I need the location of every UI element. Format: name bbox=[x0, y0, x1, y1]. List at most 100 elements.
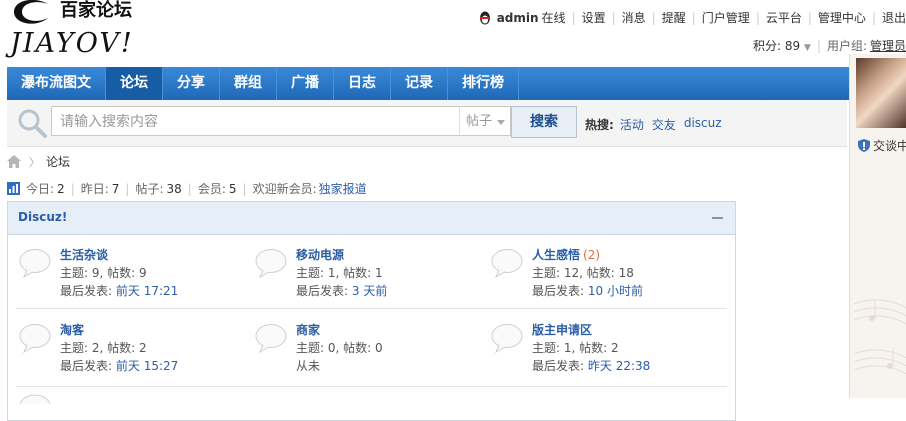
user-toolbar: admin 在线 | 设置 | 消息 | 提醒 | 门户管理 | 云平台 | 管… bbox=[478, 9, 906, 26]
logout-link[interactable]: 退出 bbox=[882, 9, 906, 26]
usergroup-link[interactable]: 管理员 bbox=[870, 37, 906, 54]
forum-item: 生活杂谈 主题: 9, 帖数: 9 最后发表: 前天 17:21 bbox=[18, 246, 248, 306]
logo-icon[interactable] bbox=[8, 0, 56, 28]
search-type-select[interactable]: 帖子 bbox=[459, 106, 511, 136]
chevron-down-icon bbox=[497, 120, 505, 125]
bar-chart-icon bbox=[7, 182, 20, 195]
divider: | bbox=[816, 38, 821, 53]
logo-text[interactable]: 百家论坛 bbox=[60, 0, 132, 22]
chevron-right-icon: 〉 bbox=[29, 155, 40, 169]
forum-stats-text: 主题: 2, 帖数: 2 bbox=[60, 341, 147, 355]
user-info-bar: 积分: 89 ▼ | 用户组: 管理员 bbox=[753, 37, 906, 54]
forum-group: Discuz! 生活杂谈 主题: 9, 帖数: 9 最后发表: 前天 17:21… bbox=[7, 201, 736, 421]
divider: | bbox=[611, 10, 616, 25]
today-label: 今日: bbox=[26, 182, 55, 196]
yesterday-label: 昨日: bbox=[80, 182, 109, 196]
divider: | bbox=[651, 10, 656, 25]
forum-last-post: 最后发表: 前天 17:21 bbox=[60, 284, 179, 298]
yesterday-count: 7 bbox=[111, 181, 120, 196]
forum-name-link[interactable]: 人生感悟 (2) bbox=[532, 246, 600, 263]
chat-sidebar: 交谈中 bbox=[849, 54, 906, 398]
forum-group-title[interactable]: Discuz! bbox=[18, 210, 67, 224]
forum-bubble-icon[interactable] bbox=[18, 394, 52, 404]
divider: | bbox=[691, 10, 696, 25]
nav-item-blog[interactable]: 日志 bbox=[334, 67, 391, 100]
music-notes-decoration bbox=[854, 299, 906, 375]
search-icon bbox=[18, 109, 47, 138]
forum-stats-text: 主题: 12, 帖数: 18 bbox=[532, 266, 634, 280]
search-button[interactable]: 搜索 bbox=[511, 106, 577, 138]
forum-name-link[interactable]: 生活杂谈 bbox=[60, 246, 111, 263]
nav-item-ranking[interactable]: 排行榜 bbox=[448, 67, 519, 100]
search-input[interactable]: 请输入搜索内容 bbox=[51, 106, 465, 136]
forum-item: 商家 主题: 0, 帖数: 0 从未 bbox=[254, 321, 484, 381]
forum-item: 版主申请区 主题: 1, 帖数: 2 最后发表: 昨天 22:38 bbox=[490, 321, 720, 381]
divider: | bbox=[871, 10, 876, 25]
portal-admin-link[interactable]: 门户管理 bbox=[702, 9, 750, 26]
hot-word-link[interactable]: 交友 bbox=[652, 116, 676, 133]
forum-name-link[interactable]: 淘客 bbox=[60, 321, 87, 338]
forum-stats-text: 主题: 1, 帖数: 2 bbox=[532, 341, 619, 355]
chat-status[interactable]: 交谈中 bbox=[858, 137, 906, 154]
divider: | bbox=[807, 10, 812, 25]
search-bar: 请输入搜索内容 帖子 搜索 热搜: 活动 交友 discuz bbox=[7, 100, 847, 147]
logo-slogan: JIAYOV! bbox=[10, 28, 134, 59]
notifications-link[interactable]: 提醒 bbox=[662, 9, 686, 26]
nav-item-share[interactable]: 分享 bbox=[163, 67, 220, 100]
nav-item-forum[interactable]: 论坛 bbox=[106, 67, 163, 100]
newmember-label: 欢迎新会员: bbox=[252, 182, 317, 196]
forum-stats-text: 主题: 0, 帖数: 0 bbox=[296, 341, 383, 355]
points-dropdown[interactable]: 积分: 89 ▼ bbox=[753, 37, 811, 54]
forum-stats-text: 主题: 9, 帖数: 9 bbox=[60, 266, 147, 280]
new-posts-count: (2) bbox=[583, 248, 601, 262]
divider: | bbox=[187, 181, 192, 196]
collapse-button[interactable] bbox=[712, 217, 723, 219]
hot-word-link[interactable]: discuz bbox=[684, 116, 722, 133]
forum-bubble-icon[interactable] bbox=[254, 248, 288, 278]
forum-item: 移动电源 主题: 1, 帖数: 1 最后发表: 3 天前 bbox=[254, 246, 484, 306]
settings-link[interactable]: 设置 bbox=[582, 9, 606, 26]
home-icon[interactable] bbox=[7, 155, 21, 168]
hot-word-link[interactable]: 活动 bbox=[620, 116, 644, 133]
user-photo[interactable] bbox=[856, 58, 906, 128]
row-divider bbox=[16, 308, 727, 309]
username-link[interactable]: admin bbox=[497, 11, 539, 25]
forum-bubble-icon[interactable] bbox=[490, 323, 524, 353]
forum-name-link[interactable]: 版主申请区 bbox=[532, 321, 595, 338]
forum-name-link[interactable]: 移动电源 bbox=[296, 246, 347, 263]
forum-last-post: 最后发表: 昨天 22:38 bbox=[532, 359, 651, 373]
chevron-down-icon: ▼ bbox=[803, 43, 811, 53]
hot-search: 热搜: 活动 交友 discuz bbox=[585, 116, 730, 133]
forum-name-link[interactable]: 商家 bbox=[296, 321, 323, 338]
nav-item-waterfall[interactable]: 瀑布流图文 bbox=[7, 67, 106, 100]
last-post-link[interactable]: 前天 15:27 bbox=[116, 359, 178, 373]
usergroup-label: 用户组: bbox=[826, 39, 867, 53]
admin-center-link[interactable]: 管理中心 bbox=[818, 9, 866, 26]
chat-label: 交谈中 bbox=[873, 139, 906, 153]
members-count: 5 bbox=[228, 181, 237, 196]
nav-item-groups[interactable]: 群组 bbox=[220, 67, 277, 100]
forum-bubble-icon[interactable] bbox=[18, 323, 52, 353]
online-status: 在线 bbox=[541, 11, 566, 25]
nav-item-broadcast[interactable]: 广播 bbox=[277, 67, 334, 100]
breadcrumb: 〉 论坛 bbox=[7, 153, 70, 170]
forum-bubble-icon[interactable] bbox=[254, 323, 288, 353]
last-post-link[interactable]: 昨天 22:38 bbox=[588, 359, 650, 373]
last-post-link[interactable]: 10 小时前 bbox=[588, 284, 643, 298]
last-post-link[interactable]: 前天 17:21 bbox=[116, 284, 178, 298]
breadcrumb-forum-link[interactable]: 论坛 bbox=[46, 153, 70, 170]
forum-bubble-icon[interactable] bbox=[18, 248, 52, 278]
forum-last-post: 从未 bbox=[296, 359, 321, 373]
hot-search-label: 热搜: bbox=[585, 118, 614, 132]
shield-icon bbox=[858, 139, 870, 152]
row-divider bbox=[16, 386, 727, 387]
newmember-link[interactable]: 独家报道 bbox=[319, 180, 367, 197]
forum-item: 淘客 主题: 2, 帖数: 2 最后发表: 前天 15:27 bbox=[18, 321, 248, 381]
qq-penguin-icon bbox=[479, 11, 490, 24]
messages-link[interactable]: 消息 bbox=[622, 9, 646, 26]
nav-item-records[interactable]: 记录 bbox=[391, 67, 448, 100]
members-label: 会员: bbox=[197, 182, 226, 196]
last-post-link[interactable]: 3 天前 bbox=[352, 284, 387, 298]
cloud-platform-link[interactable]: 云平台 bbox=[766, 9, 802, 26]
forum-bubble-icon[interactable] bbox=[490, 248, 524, 278]
